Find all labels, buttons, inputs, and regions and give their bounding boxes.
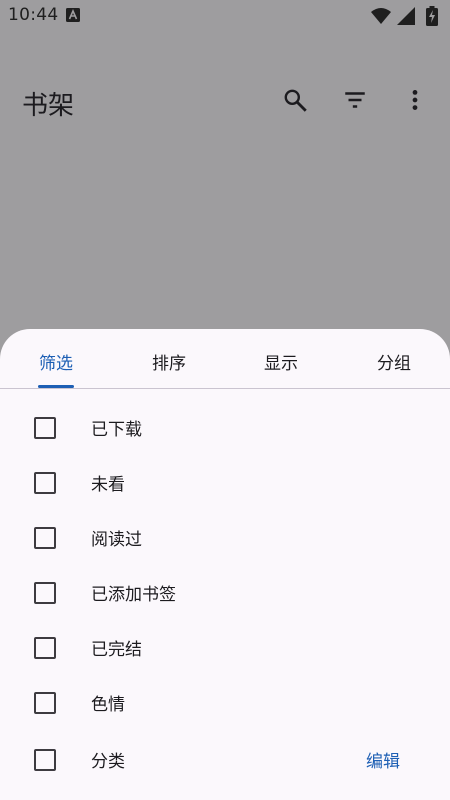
app-bar: 书架 (0, 72, 450, 128)
wifi-icon (371, 8, 391, 24)
status-time: 10:44 (8, 5, 59, 25)
tab-sort[interactable]: 排序 (129, 349, 209, 374)
filter-row-downloaded[interactable]: 已下载 (0, 401, 450, 456)
filter-label: 已完结 (91, 640, 142, 660)
filter-row-category[interactable]: 分类 编辑 (0, 733, 450, 788)
filter-label: 阅读过 (91, 530, 142, 550)
tab-group[interactable]: 分组 (354, 349, 434, 374)
page-title: 书架 (22, 91, 75, 121)
edit-categories-button[interactable]: 编辑 (366, 747, 400, 772)
filter-icon[interactable] (342, 87, 368, 113)
filter-label: 分类 (91, 752, 125, 772)
filter-bottom-sheet: 筛选 排序 显示 分组 已下载 未看 阅读过 已添加书签 已完结 色情 分类 编… (0, 329, 450, 800)
filter-row-completed[interactable]: 已完结 (0, 621, 450, 676)
status-bar: 10:44 (0, 0, 450, 32)
tab-divider (0, 388, 450, 389)
filter-row-unread[interactable]: 未看 (0, 456, 450, 511)
checkbox[interactable] (34, 692, 56, 714)
filter-label: 未看 (91, 475, 125, 495)
filter-row-nsfw[interactable]: 色情 (0, 676, 450, 731)
checkbox[interactable] (34, 527, 56, 549)
battery-charging-icon (426, 6, 438, 26)
checkbox[interactable] (34, 417, 56, 439)
search-icon[interactable] (282, 87, 308, 113)
checkbox[interactable] (34, 582, 56, 604)
text-a-icon (66, 8, 80, 22)
filter-label: 已添加书签 (91, 585, 176, 605)
filter-row-bookmarked[interactable]: 已添加书签 (0, 566, 450, 621)
more-vert-icon[interactable] (402, 87, 428, 113)
sheet-tabs: 筛选 排序 显示 分组 (0, 329, 450, 389)
checkbox[interactable] (34, 472, 56, 494)
checkbox[interactable] (34, 637, 56, 659)
tab-display[interactable]: 显示 (241, 349, 321, 374)
filter-label: 已下载 (91, 420, 142, 440)
tab-filter[interactable]: 筛选 (16, 349, 96, 374)
filter-row-started[interactable]: 阅读过 (0, 511, 450, 566)
checkbox[interactable] (34, 749, 56, 771)
filter-label: 色情 (91, 695, 125, 715)
signal-icon (397, 7, 415, 25)
